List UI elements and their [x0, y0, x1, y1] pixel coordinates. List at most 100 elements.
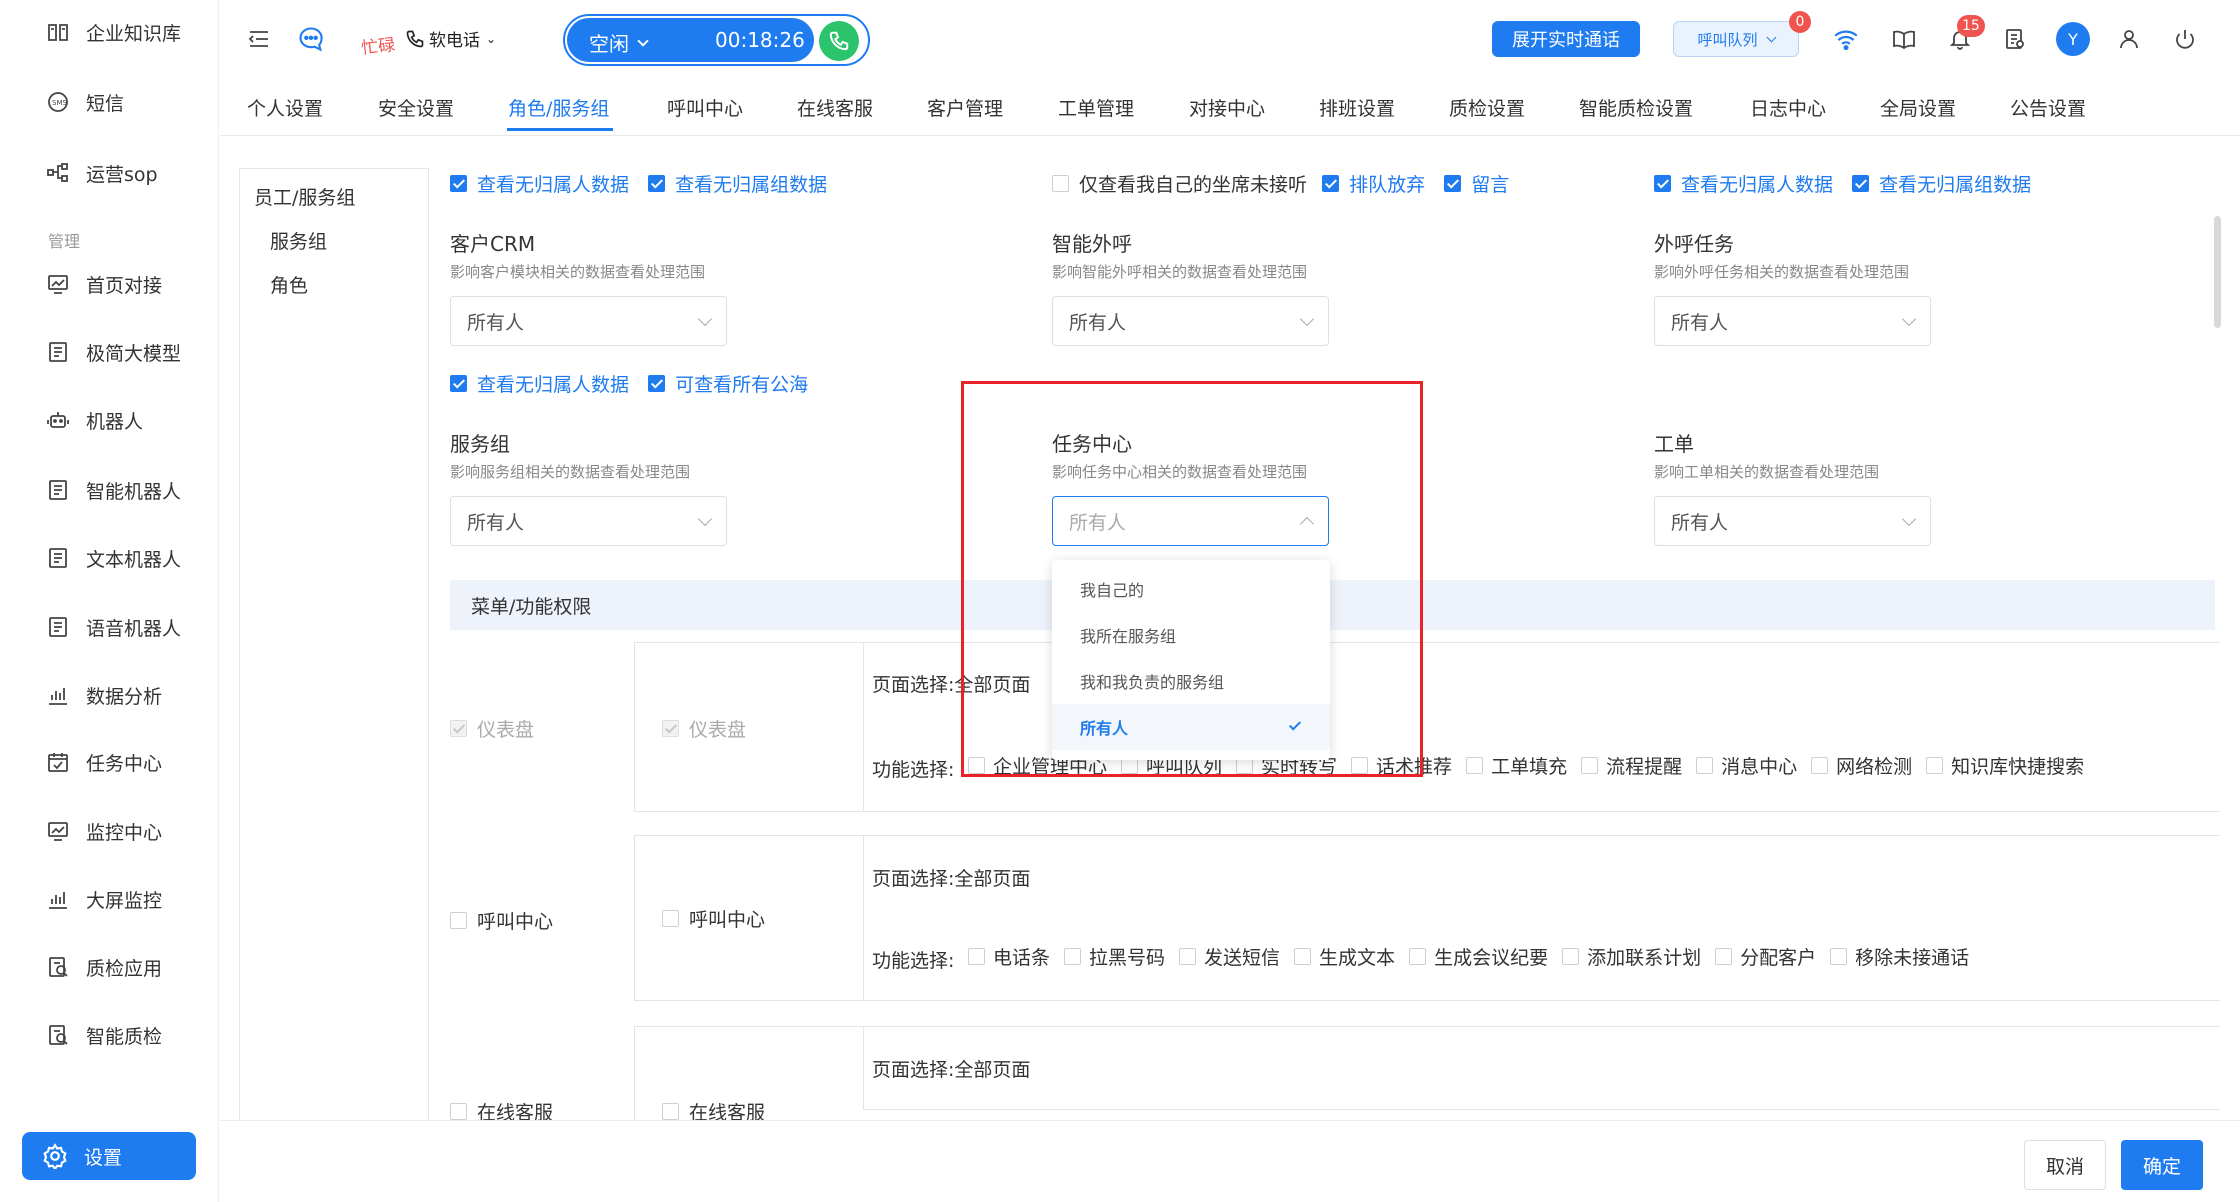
- checkbox[interactable]: [662, 1103, 679, 1120]
- answer-call-button[interactable]: [819, 21, 859, 61]
- checkbox[interactable]: [1926, 757, 1944, 774]
- sidebar-item-label: 文本机器人: [86, 548, 182, 571]
- tab-item[interactable]: 全局设置: [1880, 78, 1956, 136]
- sidebar-item-manage[interactable]: 极简大模型: [46, 332, 181, 372]
- checkbox[interactable]: [648, 375, 666, 392]
- sidebar-item-manage[interactable]: 智能质检: [46, 1015, 162, 1055]
- checkbox[interactable]: [1052, 175, 1069, 192]
- tab-item[interactable]: 客户管理: [927, 78, 1003, 136]
- sidebar-item-manage[interactable]: 智能机器人: [46, 470, 181, 510]
- checkbox-label: 分配客户: [1740, 947, 1817, 969]
- tab-item[interactable]: 个人设置: [247, 78, 323, 136]
- document-icon[interactable]: [2000, 24, 2030, 54]
- tab-item[interactable]: 安全设置: [378, 78, 454, 136]
- checkbox[interactable]: [1179, 948, 1197, 965]
- expand-realtime-call-button[interactable]: 展开实时通话: [1492, 21, 1640, 57]
- checkbox[interactable]: [648, 175, 666, 192]
- checkbox[interactable]: [450, 375, 467, 392]
- func-option: 消息中心: [1696, 752, 1797, 779]
- checkbox[interactable]: [1409, 948, 1427, 965]
- tab-item[interactable]: 公告设置: [2010, 78, 2086, 136]
- cancel-button[interactable]: 取消: [2024, 1140, 2106, 1190]
- tree-item-role[interactable]: 角色: [270, 271, 308, 298]
- sidebar-item-sms[interactable]: SMS 短信: [46, 82, 124, 122]
- checkbox[interactable]: [968, 948, 985, 965]
- scope-select-crm[interactable]: 所有人: [450, 296, 727, 346]
- chevron-down-icon: [1299, 311, 1315, 327]
- tab-item[interactable]: 智能质检设置: [1579, 78, 1693, 136]
- tab-item[interactable]: 呼叫中心: [667, 78, 743, 136]
- open-book-icon[interactable]: [1889, 24, 1919, 54]
- sidebar-item-sop[interactable]: 运营sop: [46, 153, 158, 193]
- scope-select-ai-outbound[interactable]: 所有人: [1052, 296, 1329, 346]
- checkbox[interactable]: [1064, 948, 1082, 965]
- scope-select-service-group[interactable]: 所有人: [450, 496, 727, 546]
- checkbox[interactable]: [450, 175, 467, 192]
- func-option: 知识库快捷搜索: [1926, 752, 2084, 779]
- checkbox[interactable]: [662, 910, 679, 927]
- call-queue-dropdown[interactable]: 呼叫队列: [1673, 21, 1799, 57]
- checkbox[interactable]: [1811, 757, 1829, 774]
- sidebar-item-manage[interactable]: 文本机器人: [46, 538, 181, 578]
- scope-desc: 影响智能外呼相关的数据查看处理范围: [1052, 263, 1308, 281]
- checkbox[interactable]: [1294, 948, 1312, 965]
- menu-sub-call-center: 呼叫中心: [662, 905, 765, 932]
- agent-status-dropdown[interactable]: 空闲: [589, 28, 649, 57]
- sidebar-item-settings[interactable]: 设置: [22, 1132, 196, 1180]
- sidebar-item-manage[interactable]: 任务中心: [46, 742, 162, 782]
- func-select-text: 功能选择:: [872, 755, 954, 782]
- checkbox[interactable]: [1562, 948, 1580, 965]
- tab-item[interactable]: 质检设置: [1449, 78, 1525, 136]
- sidebar-item-label: 短信: [86, 92, 125, 115]
- tab-item[interactable]: 对接中心: [1189, 78, 1265, 136]
- user-icon[interactable]: [2114, 24, 2144, 54]
- avatar[interactable]: Y: [2056, 22, 2090, 56]
- checkbox[interactable]: [1715, 948, 1733, 965]
- checkbox-label: 排队放弃: [1349, 174, 1426, 196]
- select-value: 所有人: [467, 311, 525, 334]
- checkbox[interactable]: [1581, 757, 1599, 774]
- power-icon[interactable]: [2170, 24, 2200, 54]
- tab-item[interactable]: 在线客服: [797, 78, 873, 136]
- func-option: 生成文本: [1294, 943, 1395, 970]
- tab-item[interactable]: 日志中心: [1750, 78, 1826, 136]
- collapse-menu-icon[interactable]: [246, 26, 272, 52]
- sidebar-item-manage[interactable]: 语音机器人: [46, 607, 181, 647]
- tree-root[interactable]: 员工/服务组: [254, 183, 355, 210]
- tree-item-service-group[interactable]: 服务组: [270, 227, 327, 254]
- sidebar-item-manage[interactable]: 大屏监控: [46, 879, 162, 919]
- sidebar-item-knowledge[interactable]: 企业知识库: [46, 12, 181, 52]
- select-value: 所有人: [467, 511, 525, 534]
- checkbox[interactable]: [1322, 175, 1340, 192]
- vertical-scrollbar[interactable]: [2214, 216, 2221, 328]
- wifi-icon[interactable]: [1831, 24, 1861, 54]
- checkbox[interactable]: [450, 720, 467, 737]
- chat-icon[interactable]: [296, 24, 326, 54]
- scope-title: 客户CRM: [450, 232, 536, 256]
- checkbox[interactable]: [450, 1103, 467, 1120]
- softphone-dropdown[interactable]: 软电话 ⌄: [405, 26, 496, 51]
- sidebar-item-manage[interactable]: 质检应用: [46, 947, 162, 987]
- tab-item[interactable]: 排班设置: [1319, 78, 1395, 136]
- scope-select-ticket[interactable]: 所有人: [1654, 496, 1931, 546]
- checkbox-label: 移除未接通话: [1855, 947, 1970, 969]
- checkbox[interactable]: [450, 912, 467, 929]
- func-options-call-center: 电话条 拉黑号码 发送短信 生成文本 生成会议纪要 添加联系计划 分配客户 移除未接通话: [968, 943, 1983, 970]
- confirm-button[interactable]: 确定: [2121, 1140, 2203, 1190]
- checkbox-label: 仪表盘: [689, 719, 747, 741]
- checkbox-label: 查看无归属人数据: [1681, 174, 1834, 196]
- bar-chart-icon: [49, 688, 67, 705]
- checkbox[interactable]: [1654, 175, 1671, 192]
- sidebar-item-manage[interactable]: 首页对接: [46, 264, 162, 304]
- checkbox[interactable]: [1852, 175, 1870, 192]
- checkbox[interactable]: [1466, 757, 1484, 774]
- checkbox[interactable]: [1696, 757, 1714, 774]
- checkbox[interactable]: [1444, 175, 1462, 192]
- scope-select-outbound-task[interactable]: 所有人: [1654, 296, 1931, 346]
- sidebar-item-manage[interactable]: 数据分析: [46, 675, 162, 715]
- checkbox[interactable]: [662, 720, 679, 737]
- tab-item[interactable]: 工单管理: [1058, 78, 1134, 136]
- sidebar-item-manage[interactable]: 监控中心: [46, 811, 162, 851]
- sidebar-item-manage[interactable]: 机器人: [46, 400, 143, 440]
- checkbox[interactable]: [1830, 948, 1848, 965]
